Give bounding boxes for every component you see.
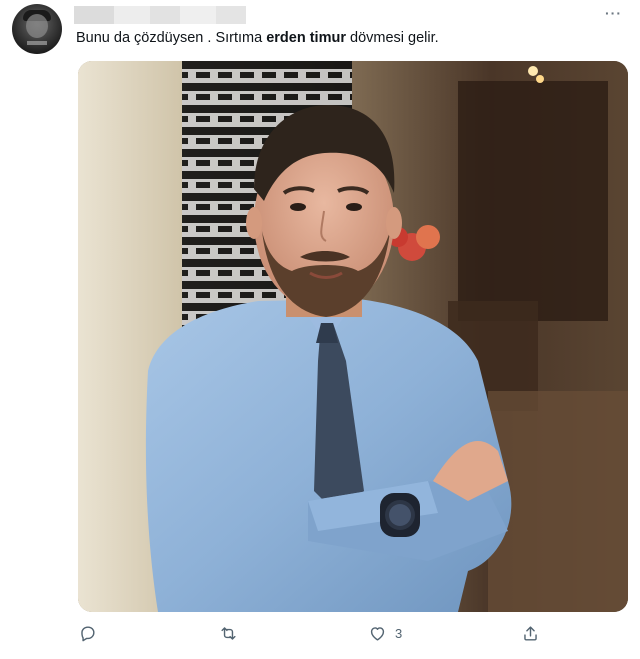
- tweet-photo[interactable]: [78, 61, 628, 612]
- tweet-text-end: dövmesi gelir.: [345, 30, 439, 46]
- tweet-actions: 3: [78, 624, 548, 654]
- avatar-tag: [27, 41, 47, 45]
- blurred-username: [74, 6, 246, 24]
- tweet-text-bold: erden timur: [266, 30, 346, 46]
- reply-button[interactable]: [78, 624, 97, 643]
- avatar-face: [26, 14, 48, 38]
- tweet-text: Bunu da çözdüysen . Sırtıma erden timur …: [76, 30, 439, 46]
- like-count: 3: [395, 626, 403, 641]
- share-icon: [524, 626, 537, 641]
- avatar[interactable]: [12, 4, 62, 54]
- more-icon[interactable]: ···: [605, 6, 622, 20]
- like-button[interactable]: 3: [368, 624, 402, 643]
- reply-icon: [81, 626, 95, 642]
- share-button[interactable]: [521, 624, 540, 643]
- tweet-text-start: Bunu da çözdüysen . Sırtıma: [76, 30, 267, 46]
- retweet-button[interactable]: [219, 624, 238, 643]
- retweet-icon: [221, 627, 236, 640]
- heart-icon: [370, 627, 385, 641]
